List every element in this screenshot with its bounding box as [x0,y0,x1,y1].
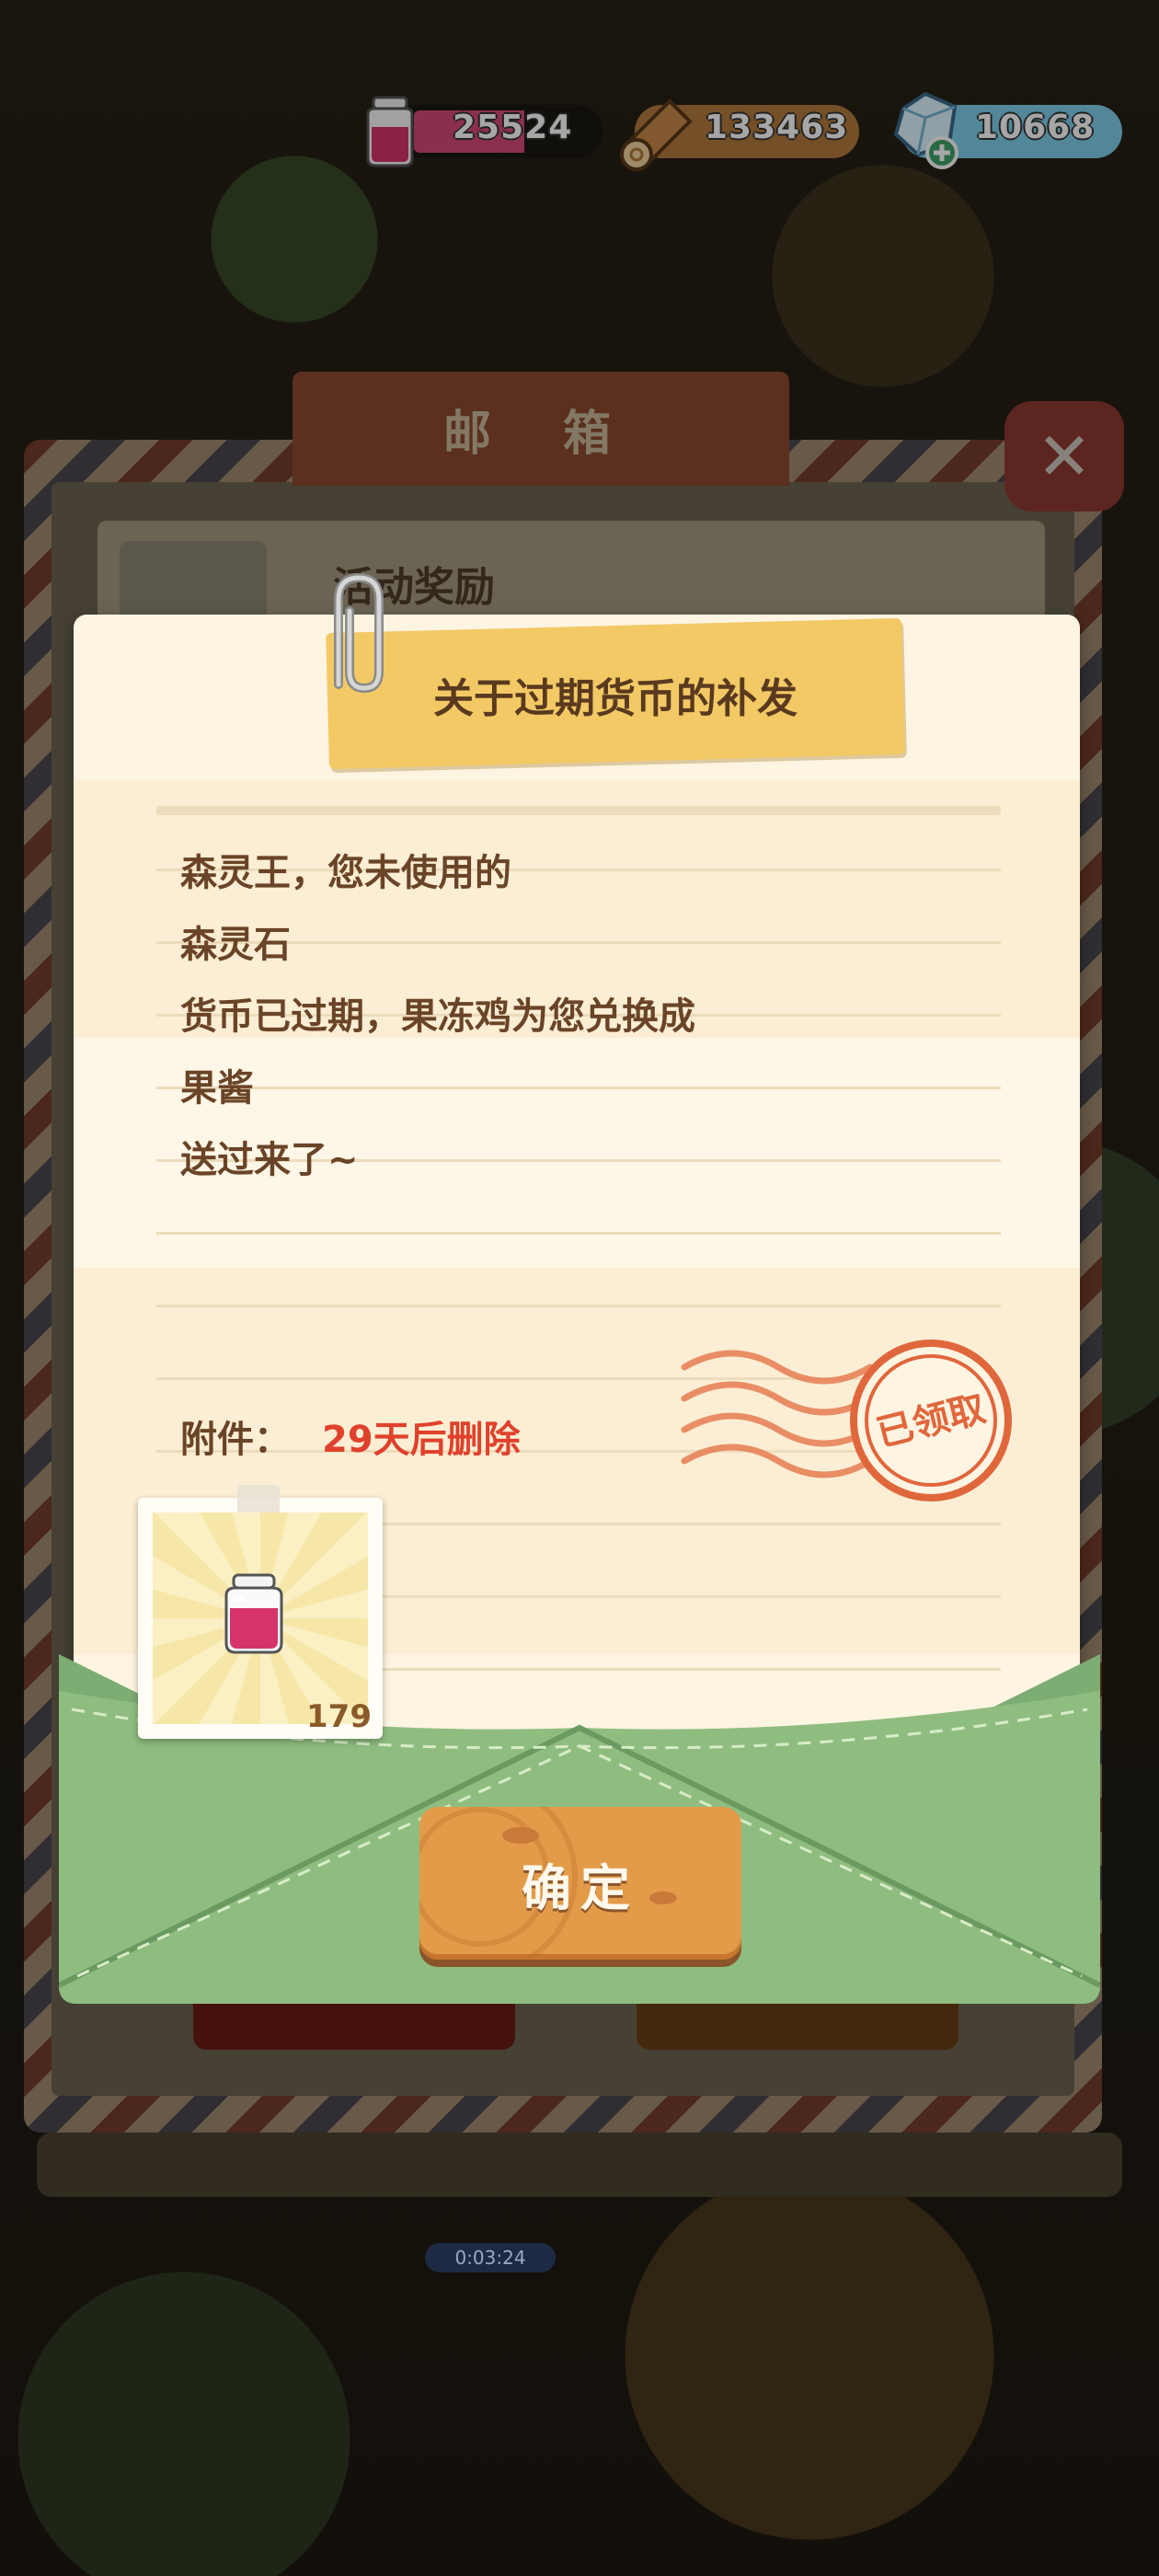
confirm-button[interactable]: 确定 [419,1807,741,1960]
confirm-button-label: 确定 [522,1858,639,1917]
reward-item-card[interactable]: 179 [138,1485,383,1739]
letter-line-2: 森灵石 [180,924,291,966]
letter-line-1: 森灵王，您未使用的 [180,852,511,894]
jam-jar-icon [224,1573,283,1654]
attachment-expiry: 29天后删除 [322,1419,521,1461]
timer-badge: 0:03:24 [425,2243,556,2272]
letter-title: 关于过期货币的补发 [433,675,798,722]
paperclip-icon [334,572,384,694]
attachment-label: 附件： [180,1419,291,1461]
letter-line-3: 货币已过期，果冻鸡为您兑换成 [180,995,695,1038]
letter-line-4: 果酱 [180,1067,254,1110]
claimed-stamp: 已领取 [681,1340,1012,1501]
reward-count: 179 [306,1698,372,1735]
letter-line-5: 送过来了~ [180,1139,359,1181]
